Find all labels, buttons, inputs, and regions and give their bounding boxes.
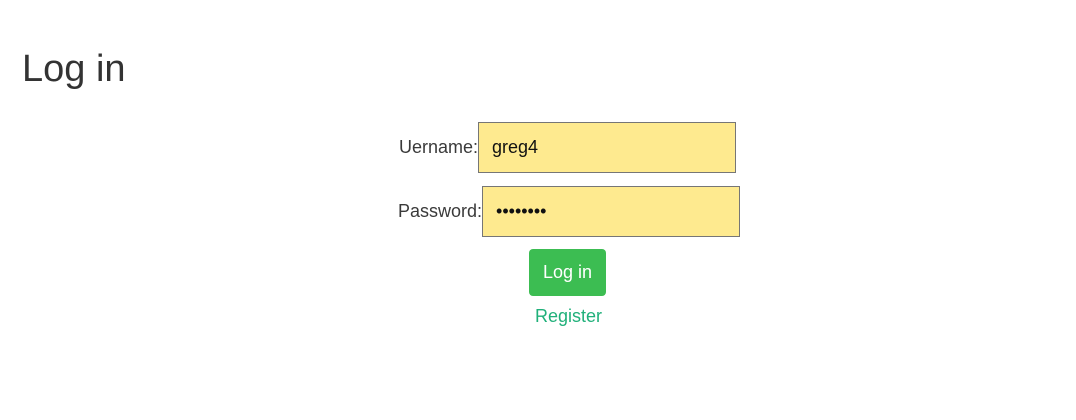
page-title: Log in <box>22 48 126 90</box>
password-label: Password: <box>398 201 483 221</box>
password-row: Password: <box>398 186 741 237</box>
register-link[interactable]: Register <box>535 304 602 328</box>
login-button[interactable]: Log in <box>529 249 606 296</box>
username-row: Uername: <box>399 122 737 173</box>
login-page: Log in Uername: Password: Log in Registe… <box>0 0 1076 420</box>
username-input[interactable] <box>478 122 737 173</box>
password-input[interactable] <box>482 186 741 237</box>
username-label: Uername: <box>399 137 479 157</box>
